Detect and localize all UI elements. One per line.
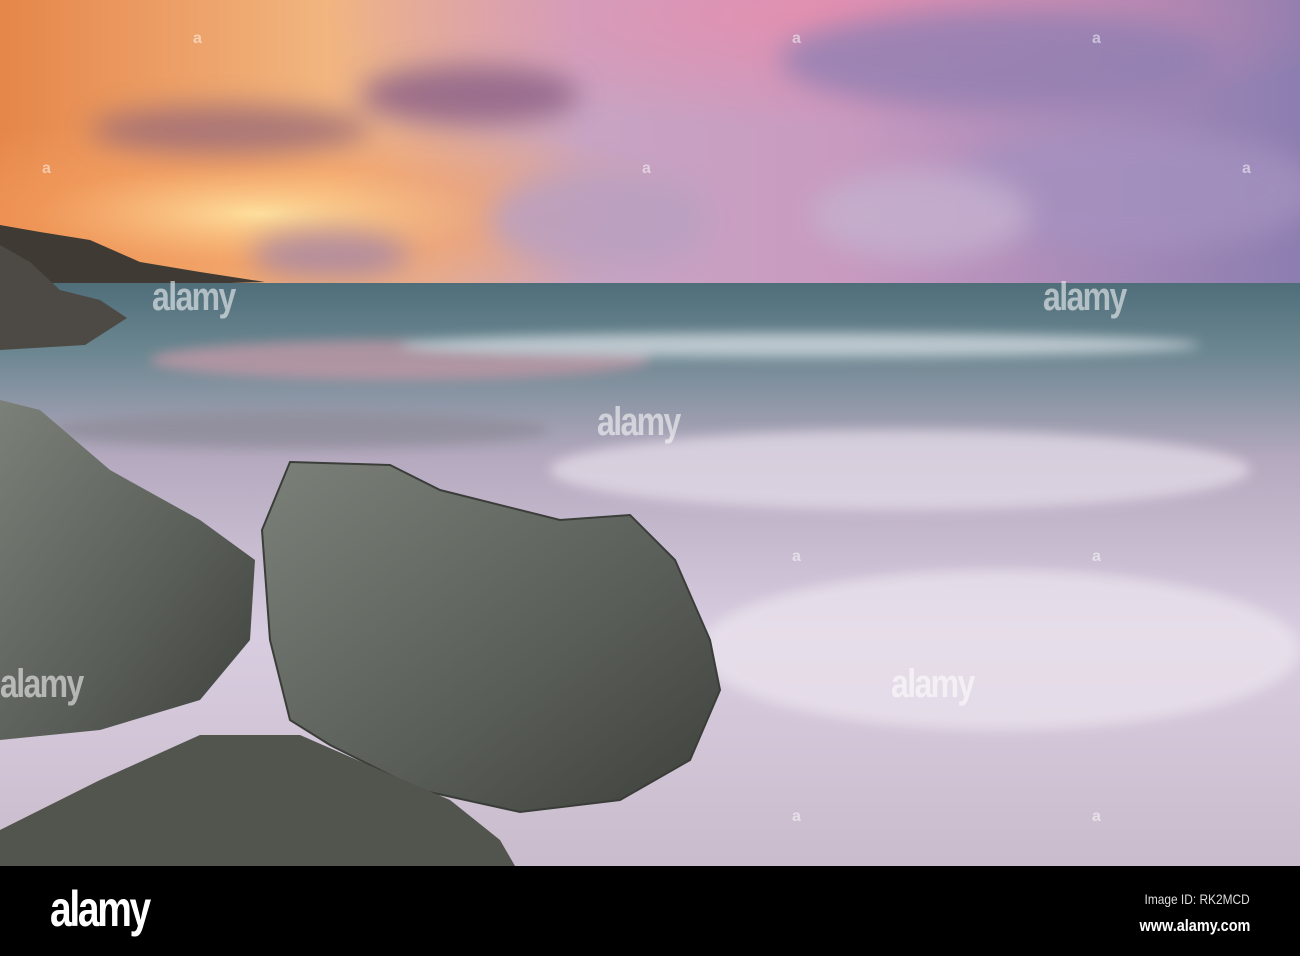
watermark-mark: a	[193, 30, 202, 47]
watermark-mark: a	[42, 160, 51, 177]
watermark-mark: a	[1242, 160, 1251, 177]
watermark-mark: a	[792, 30, 801, 47]
watermark: alamy	[597, 400, 681, 444]
watermark-mark: a	[1092, 808, 1101, 825]
alamy-logo: alamy	[50, 881, 151, 937]
watermark-mark: a	[1092, 30, 1101, 47]
watermark-mark: a	[642, 160, 651, 177]
watermark-mark: a	[792, 548, 801, 565]
watermark: alamy	[891, 662, 975, 706]
watermark-mark: a	[792, 808, 801, 825]
seascape-photo: alamy alamy alamy alamy alamy a a a a a …	[0, 0, 1300, 866]
watermark: alamy	[0, 662, 84, 706]
image-id: Image ID: RK2MCD	[1144, 891, 1250, 907]
watermark: alamy	[152, 275, 236, 319]
watermark-mark: a	[1092, 548, 1101, 565]
watermark: alamy	[1043, 275, 1127, 319]
site-url: www.alamy.com	[1139, 916, 1250, 935]
footer-bar: alamy Image ID: RK2MCD www.alamy.com	[0, 866, 1300, 956]
